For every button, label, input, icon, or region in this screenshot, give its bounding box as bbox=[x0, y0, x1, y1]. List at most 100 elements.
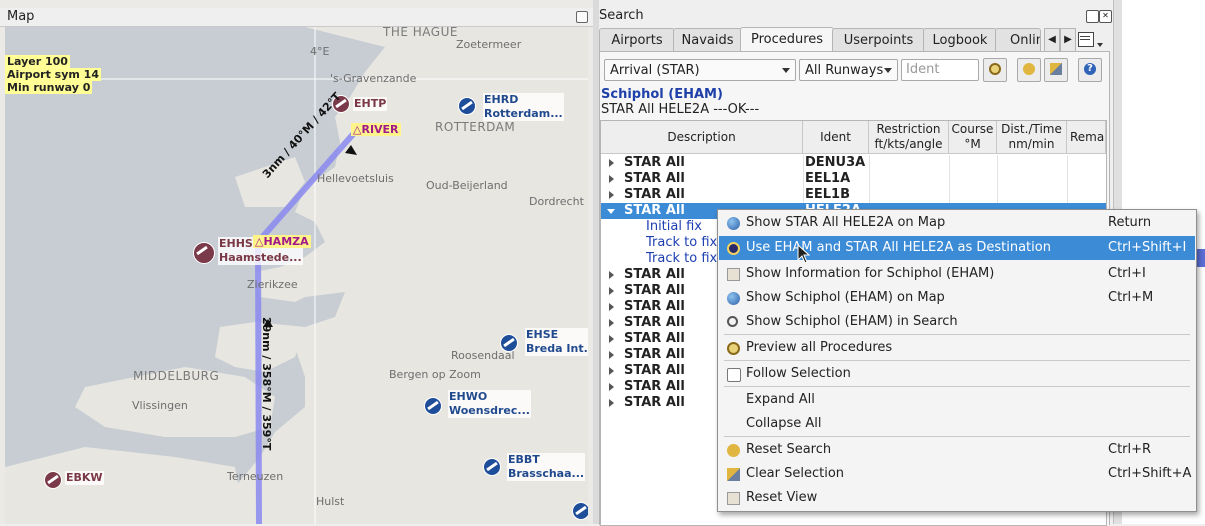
tab-menu-icon[interactable] bbox=[1076, 28, 1104, 51]
tab-scroll-right-icon[interactable]: ▶ bbox=[1060, 28, 1076, 52]
tab-airports[interactable]: Airports bbox=[599, 28, 675, 52]
table-row[interactable]: STAR All DENU3A bbox=[601, 155, 1106, 171]
table-row[interactable]: STAR All EEL1B bbox=[601, 187, 1106, 203]
expand-arrow-icon[interactable] bbox=[609, 319, 614, 327]
menu-show-procedure-on-map[interactable]: Show STAR All HELE2A on Map Return bbox=[719, 211, 1195, 235]
globe-icon bbox=[727, 292, 740, 305]
airport-icon[interactable] bbox=[458, 97, 476, 115]
expand-arrow-icon[interactable] bbox=[609, 399, 614, 407]
tab-online[interactable]: Online bbox=[995, 28, 1041, 51]
map-info-box: Layer 100 Airport sym 14 Min runway 0 bbox=[5, 55, 101, 94]
info-min-runway: Min runway 0 bbox=[5, 81, 93, 94]
desktop-fragment bbox=[1197, 249, 1205, 267]
column-ident[interactable]: Ident bbox=[803, 121, 869, 154]
info-layer: Layer 100 bbox=[5, 55, 70, 68]
tab-scroll-left-icon[interactable]: ◀ bbox=[1044, 28, 1060, 52]
menu-use-as-destination[interactable]: Use EHAM and STAR All HELE2A as Destinat… bbox=[719, 236, 1195, 260]
tab-bar: Airports Navaids Procedures Userpoints L… bbox=[599, 27, 1111, 53]
menu-show-information[interactable]: Show Information for Schiphol (EHAM) Ctrl… bbox=[719, 262, 1195, 286]
procedure-status: STAR All HELE2A ---OK--- bbox=[601, 102, 760, 117]
expand-arrow-icon[interactable] bbox=[609, 271, 614, 279]
mouse-cursor-icon bbox=[797, 244, 811, 264]
city-label: THE HAGUE bbox=[383, 27, 458, 39]
menu-preview-procedures[interactable]: Preview all Procedures bbox=[719, 336, 1195, 360]
menu-separator bbox=[724, 334, 1190, 335]
preview-procedures-button[interactable] bbox=[983, 58, 1007, 82]
column-course[interactable]: Course °M bbox=[949, 121, 997, 154]
map-title: Map bbox=[7, 9, 35, 24]
expand-arrow-icon[interactable] bbox=[609, 367, 614, 375]
menu-show-airport-on-map[interactable]: Show Schiphol (EHAM) on Map Ctrl+M bbox=[719, 286, 1195, 310]
table-row[interactable]: STAR All EEL1A bbox=[601, 171, 1106, 187]
airport-icon[interactable] bbox=[44, 471, 62, 489]
menu-reset-view[interactable]: Reset View bbox=[719, 486, 1195, 510]
search-title: Search bbox=[599, 8, 644, 23]
column-restriction[interactable]: Restriction ft/kts/angle bbox=[869, 121, 949, 154]
float-icon[interactable] bbox=[1086, 10, 1099, 23]
checkbox[interactable] bbox=[727, 368, 741, 382]
airport-icon[interactable] bbox=[424, 397, 442, 415]
collapse-arrow-icon[interactable] bbox=[607, 209, 615, 214]
tab-navaids[interactable]: Navaids bbox=[673, 28, 742, 52]
city-label: MIDDELBURG bbox=[133, 369, 220, 383]
map-canvas[interactable]: Layer 100 Airport sym 14 Min runway 0 4°… bbox=[5, 27, 588, 524]
info-airport-sym: Airport sym 14 bbox=[5, 68, 101, 81]
airport-label-ehrd[interactable]: EHRD Rotterdam... bbox=[483, 93, 564, 121]
menu-show-in-search[interactable]: Show Schiphol (EHAM) in Search bbox=[719, 310, 1195, 334]
reset-search-button[interactable] bbox=[1017, 58, 1041, 82]
airport-label-ehwo[interactable]: EHWO Woensdrec... bbox=[448, 390, 531, 418]
waypoint-river[interactable]: △RIVER bbox=[351, 123, 401, 136]
column-description[interactable]: Description bbox=[601, 121, 803, 154]
float-icon[interactable] bbox=[576, 11, 588, 23]
menu-collapse-all[interactable]: Collapse All bbox=[719, 412, 1195, 436]
column-remarks[interactable]: Remar bbox=[1067, 121, 1106, 154]
waypoint-hamza[interactable]: △HAMZA bbox=[253, 235, 311, 248]
menu-expand-all[interactable]: Expand All bbox=[719, 388, 1195, 412]
city-label: ROTTERDAM bbox=[435, 120, 516, 134]
airport-icon[interactable] bbox=[500, 334, 518, 352]
airport-icon[interactable] bbox=[483, 458, 501, 476]
expand-arrow-icon[interactable] bbox=[609, 287, 614, 295]
tab-procedures[interactable]: Procedures bbox=[740, 27, 834, 53]
procedure-leg[interactable]: Initial fix bbox=[646, 219, 702, 235]
airport-label-ehtp[interactable]: EHTP bbox=[353, 97, 388, 111]
airport-label-ebbt[interactable]: EBBT Brasschaa... bbox=[507, 453, 586, 481]
close-icon[interactable]: ✕ bbox=[1099, 10, 1112, 23]
leg-label: 29nm / 358°M / 359°T bbox=[260, 317, 273, 451]
info-icon bbox=[727, 268, 740, 281]
column-distance-time[interactable]: Dist./Time nm/min bbox=[997, 121, 1067, 154]
airport-label-ebkw[interactable]: EBKW bbox=[65, 471, 104, 485]
expand-arrow-icon[interactable] bbox=[609, 303, 614, 311]
expand-arrow-icon[interactable] bbox=[609, 383, 614, 391]
reset-view-icon bbox=[727, 492, 740, 505]
procedure-type-select[interactable]: Arrival (STAR) bbox=[604, 59, 796, 81]
place-label: Bergen op Zoom bbox=[389, 368, 481, 381]
airport-icon[interactable] bbox=[572, 502, 588, 520]
tab-logbook[interactable]: Logbook bbox=[923, 28, 997, 52]
place-label: Dordrecht bbox=[529, 195, 584, 208]
runway-filter-select[interactable]: All Runways bbox=[799, 59, 898, 81]
help-button[interactable]: ? bbox=[1078, 58, 1102, 82]
menu-clear-selection[interactable]: Clear Selection Ctrl+Shift+A bbox=[719, 462, 1195, 486]
menu-follow-selection[interactable]: Follow Selection bbox=[719, 362, 1195, 386]
tab-userpoints[interactable]: Userpoints bbox=[832, 28, 925, 52]
place-label: Vlissingen bbox=[132, 399, 188, 412]
expand-arrow-icon[interactable] bbox=[609, 351, 614, 359]
ident-input[interactable]: Ident bbox=[901, 59, 979, 81]
place-label: Zoetermeer bbox=[456, 38, 522, 51]
expand-arrow-icon[interactable] bbox=[609, 191, 614, 199]
menu-reset-search[interactable]: Reset Search Ctrl+R bbox=[719, 438, 1195, 462]
menu-separator bbox=[724, 360, 1190, 361]
menu-separator bbox=[724, 386, 1190, 387]
procedure-leg[interactable]: Track to fix bbox=[646, 251, 717, 267]
place-label: Hellevoetsluis bbox=[317, 172, 394, 185]
airport-icon[interactable] bbox=[193, 242, 215, 264]
clear-selection-button[interactable] bbox=[1044, 58, 1068, 82]
expand-arrow-icon[interactable] bbox=[609, 335, 614, 343]
map-titlebar: Map bbox=[0, 8, 593, 27]
expand-arrow-icon[interactable] bbox=[609, 175, 614, 183]
procedure-leg[interactable]: Track to fix bbox=[646, 235, 717, 251]
place-label: Oud-Beijerland bbox=[426, 179, 508, 192]
expand-arrow-icon[interactable] bbox=[609, 159, 614, 167]
airport-label-ehse[interactable]: EHSEBreda Int... bbox=[525, 328, 588, 356]
